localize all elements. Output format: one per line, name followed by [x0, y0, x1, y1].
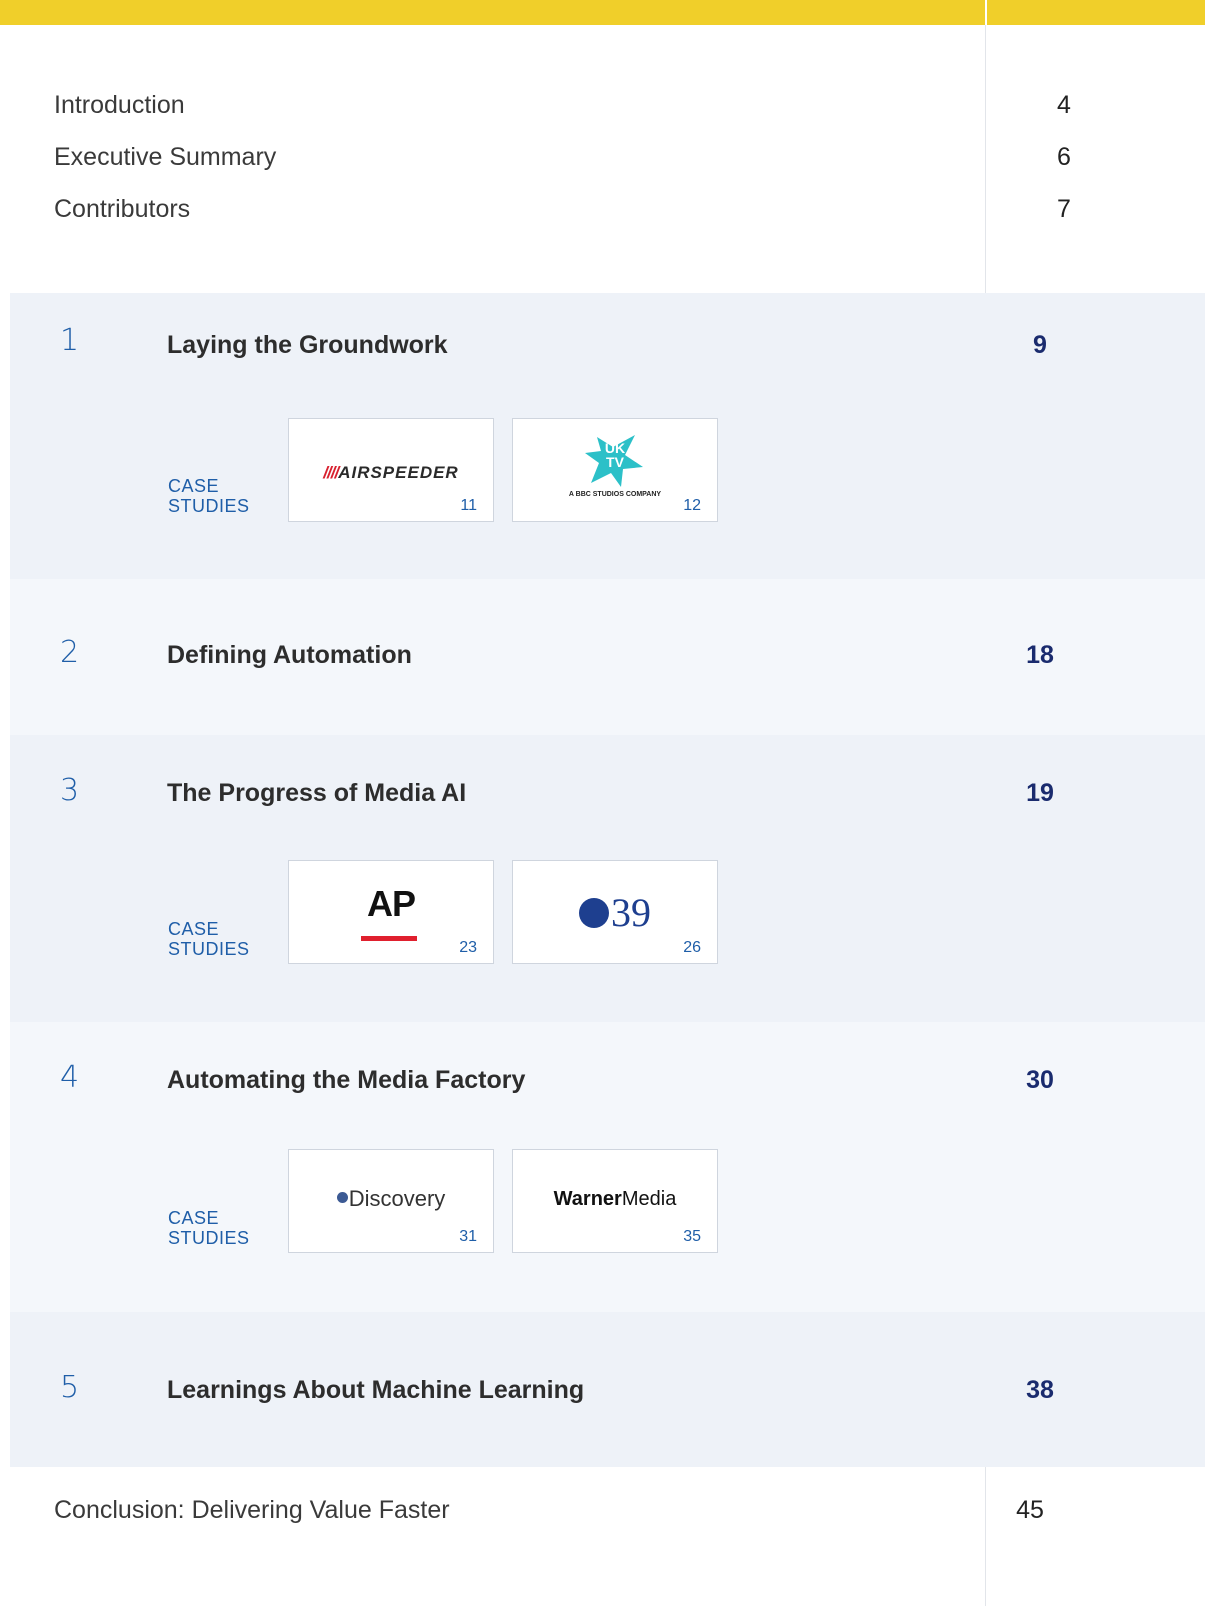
section-1: 1 Laying the Groundwork 9 CASE STUDIES /… [10, 293, 1205, 579]
section-title[interactable]: Learnings About Machine Learning [167, 1376, 584, 1405]
section-title[interactable]: Laying the Groundwork [167, 331, 448, 360]
case-card-page: 11 [460, 497, 477, 514]
section-number: 4 [60, 1060, 80, 1095]
globe-icon [336, 1192, 348, 1203]
section-number: 1 [60, 323, 80, 358]
case-studies-label: CASE STUDIES [168, 919, 250, 959]
case-card-uktv[interactable]: UK TV A BBC STUDIOS COMPANY 12 [512, 418, 718, 522]
section-page: 18 [1026, 641, 1054, 669]
case-card-pbs39[interactable]: 39 26 [512, 860, 718, 964]
section-5: 5 Learnings About Machine Learning 38 [10, 1312, 1205, 1467]
case-card-discovery[interactable]: Discovery 31 [288, 1149, 494, 1253]
section-page: 30 [1026, 1066, 1054, 1094]
section-2: 2 Defining Automation 18 [10, 579, 1205, 735]
section-number: 2 [60, 635, 80, 670]
case-studies-label: CASE STUDIES [168, 476, 250, 516]
toc-entry-contributors[interactable]: Contributors 7 [54, 191, 1084, 227]
toc-entry-label: Contributors [54, 194, 191, 223]
section-page: 19 [1026, 779, 1054, 807]
section-title[interactable]: Automating the Media Factory [167, 1066, 525, 1095]
top-bar-divider [985, 0, 987, 25]
case-card-page: 26 [683, 939, 701, 956]
case-card-airspeeder[interactable]: ////AIRSPEEDER 11 [288, 418, 494, 522]
section-title[interactable]: Defining Automation [167, 641, 412, 670]
section-page: 38 [1026, 1376, 1054, 1404]
toc-entry-executive-summary[interactable]: Executive Summary 6 [54, 139, 1084, 175]
case-card-page: 12 [683, 497, 701, 514]
case-card-ap[interactable]: AP 23 [288, 860, 494, 964]
ap-logo: AP [366, 883, 416, 924]
toc-entry-page: 4 [1057, 90, 1071, 119]
toc-entry-page: 45 [1016, 1496, 1044, 1524]
section-3: 3 The Progress of Media AI 19 CASE STUDI… [10, 735, 1205, 1022]
case-studies-label: CASE STUDIES [168, 1208, 250, 1248]
toc-entry-label: Executive Summary [54, 142, 277, 171]
section-number: 3 [60, 773, 80, 808]
section-number: 5 [60, 1370, 80, 1405]
case-card-page: 35 [683, 1228, 701, 1245]
toc-entry-label: Introduction [54, 90, 185, 119]
top-accent-bar [0, 0, 1205, 25]
pbs39-logo: 39 [513, 889, 717, 936]
ap-logo-bar [361, 936, 417, 941]
toc-entry-page: 6 [1057, 142, 1071, 171]
section-title[interactable]: The Progress of Media AI [167, 779, 466, 808]
section-4: 4 Automating the Media Factory 30 CASE S… [10, 1022, 1205, 1312]
case-card-page: 31 [459, 1228, 477, 1245]
case-card-warnermedia[interactable]: WarnerMedia 35 [512, 1149, 718, 1253]
warnermedia-logo: WarnerMedia [553, 1188, 677, 1210]
section-page: 9 [1033, 331, 1047, 359]
toc-entry-introduction[interactable]: Introduction 4 [54, 87, 1084, 123]
case-card-page: 23 [459, 939, 477, 956]
pbs-head-icon [579, 898, 609, 928]
toc-entry-page: 7 [1057, 194, 1071, 223]
toc-entry-conclusion[interactable]: Conclusion: Delivering Value Faster [54, 1496, 450, 1525]
discovery-logo: Discovery [289, 1186, 493, 1212]
uktv-logo-text: UK TV [604, 440, 626, 470]
airspeeder-logo: ////AIRSPEEDER [323, 463, 459, 482]
